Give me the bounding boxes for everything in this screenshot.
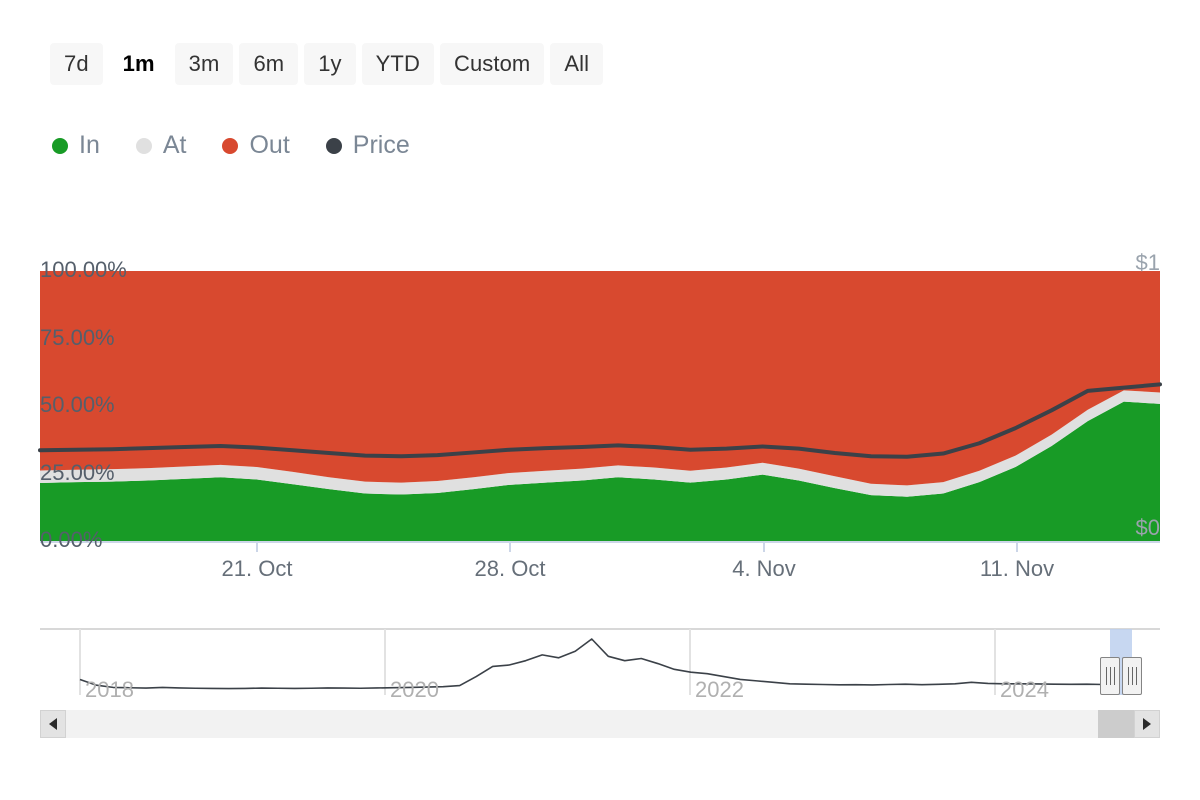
y-axis-tick-label: 25.00% bbox=[40, 459, 115, 485]
navigator[interactable]: 2018 2020 2022 2024 bbox=[40, 621, 1160, 702]
grip-line bbox=[1105, 667, 1107, 685]
scroll-right-button[interactable] bbox=[1134, 710, 1160, 738]
x-axis-tick-label: 21. Oct bbox=[221, 556, 293, 581]
navigator-scrollbar[interactable] bbox=[40, 710, 1160, 738]
x-axis-tick-label: 11. Nov bbox=[979, 556, 1055, 581]
scroll-left-button[interactable] bbox=[40, 710, 66, 738]
y-axis-tick-label: 0.00% bbox=[40, 527, 103, 552]
y-axis-tick-label: 100.00% bbox=[40, 257, 127, 282]
navigator-handle-left[interactable] bbox=[1100, 657, 1120, 695]
right-axis-tick-label: $0 bbox=[1135, 515, 1160, 540]
area-out bbox=[40, 271, 1160, 486]
scrollbar-thumb[interactable] bbox=[1098, 710, 1134, 738]
navigator-year-label: 2018 bbox=[85, 677, 134, 702]
navigator-year-label: 2024 bbox=[1000, 677, 1049, 702]
grip-line bbox=[1113, 667, 1115, 685]
right-axis-tick-label: $1 bbox=[1135, 250, 1160, 275]
navigator-year-label: 2022 bbox=[695, 677, 744, 702]
arrow-right-icon bbox=[1143, 718, 1151, 730]
x-axis-tick-label: 4. Nov bbox=[732, 556, 796, 581]
y-axis-tick-label: 75.00% bbox=[40, 324, 115, 350]
navigator-price-line bbox=[79, 638, 1121, 690]
arrow-left-icon bbox=[49, 718, 57, 730]
scrollbar-track[interactable] bbox=[66, 710, 1134, 738]
navigator-handle-right[interactable] bbox=[1122, 657, 1142, 695]
grip-line bbox=[1131, 667, 1133, 685]
grip-line bbox=[1127, 667, 1129, 685]
grip-line bbox=[1135, 667, 1137, 685]
y-axis-tick-label: 50.00% bbox=[40, 392, 115, 417]
x-axis-tick-label: 28. Oct bbox=[474, 556, 546, 581]
grip-line bbox=[1109, 667, 1111, 685]
navigator-series bbox=[40, 628, 1160, 695]
navigator-year-label: 2020 bbox=[390, 677, 439, 702]
